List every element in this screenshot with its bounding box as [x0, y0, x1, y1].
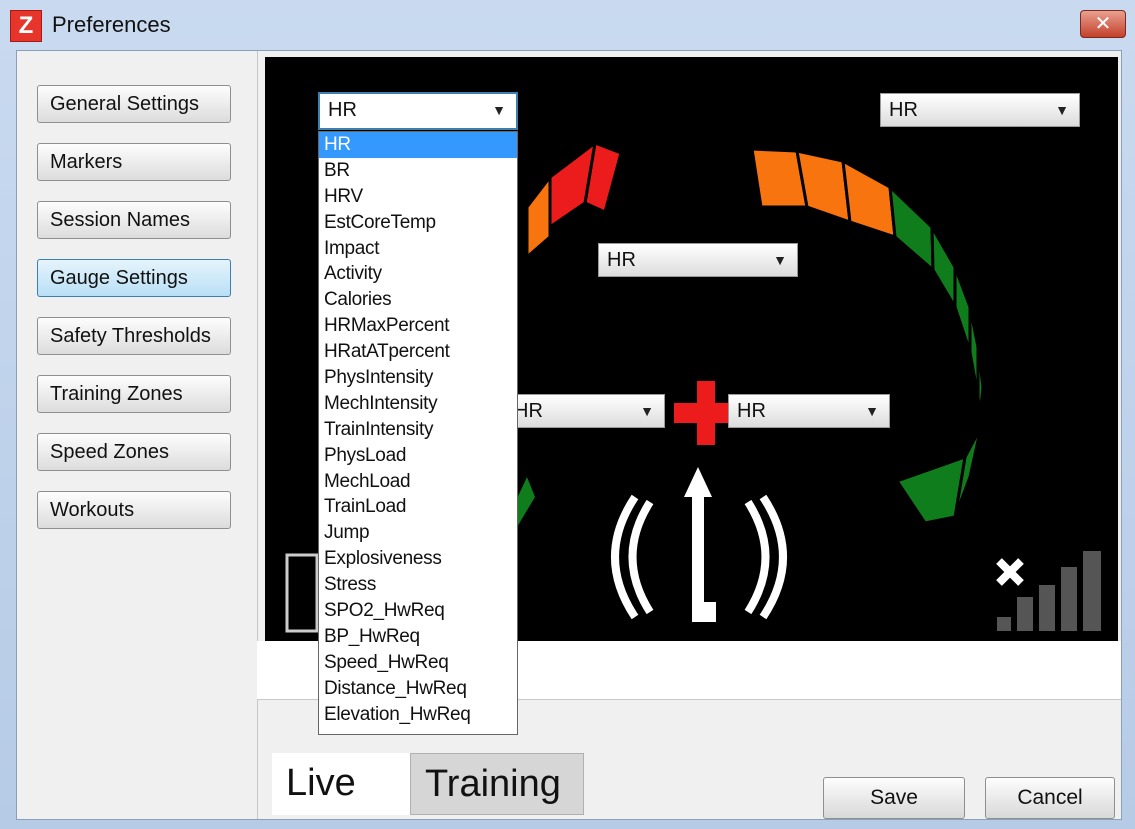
save-button[interactable]: Save [823, 777, 965, 819]
chevron-down-icon: ▼ [773, 252, 787, 268]
dropdown-option-distance-hwreq[interactable]: Distance_HwReq [319, 676, 517, 702]
dropdown-option-hratatpercent[interactable]: HRatATpercent [319, 339, 517, 365]
dropdown-option-spo2-hwreq[interactable]: SPO2_HwReq [319, 598, 517, 624]
dropdown-option-mechload[interactable]: MechLoad [319, 469, 517, 495]
client-area: General Settings Markers Session Names G… [16, 50, 1122, 820]
combo-center[interactable]: HR ▼ [598, 243, 798, 277]
combo-value: HR [889, 99, 918, 121]
dropdown-option-physload[interactable]: PhysLoad [319, 443, 517, 469]
battery-outline [285, 553, 319, 633]
dropdown-option-speed-hwreq[interactable]: Speed_HwReq [319, 650, 517, 676]
dropdown-option-hrv[interactable]: HRV [319, 184, 517, 210]
chevron-down-icon: ▼ [492, 102, 506, 118]
sidebar: General Settings Markers Session Names G… [17, 51, 258, 819]
dropdown-option-physintensity[interactable]: PhysIntensity [319, 365, 517, 391]
sidebar-item-safety-thresholds[interactable]: Safety Thresholds [37, 317, 231, 355]
gauge-arc-right [750, 147, 985, 525]
chevron-down-icon: ▼ [1055, 102, 1069, 118]
dropdown-option-impact[interactable]: Impact [319, 236, 517, 262]
combo-top-right[interactable]: HR ▼ [880, 93, 1080, 127]
combo-mid-right[interactable]: HR ▼ [728, 394, 890, 428]
sidebar-item-speed-zones[interactable]: Speed Zones [37, 433, 231, 471]
dropdown-option-hrmaxpercent[interactable]: HRMaxPercent [319, 313, 517, 339]
dropdown-option-stress[interactable]: Stress [319, 572, 517, 598]
signal-bars-icon [997, 551, 1101, 631]
close-icon[interactable]: ✕ [1080, 10, 1126, 38]
sidebar-item-workouts[interactable]: Workouts [37, 491, 231, 529]
sidebar-item-training-zones[interactable]: Training Zones [37, 375, 231, 413]
combo-value: HR [328, 99, 357, 121]
dropdown-option-mechintensity[interactable]: MechIntensity [319, 391, 517, 417]
dropdown-option-hr[interactable]: HR [319, 132, 517, 158]
app-icon: Z [10, 10, 42, 42]
combo-value: HR [607, 249, 636, 271]
combo-value: HR [737, 400, 766, 422]
x-icon [996, 558, 1024, 586]
dropdown-option-explosiveness[interactable]: Explosiveness [319, 546, 517, 572]
title-bar: Z Preferences ✕ [0, 0, 1135, 50]
combo-mid-left[interactable]: HR ▼ [505, 394, 665, 428]
dropdown-option-trainload[interactable]: TrainLoad [319, 494, 517, 520]
dropdown-option-calories[interactable]: Calories [319, 287, 517, 313]
metric-dropdown-list[interactable]: HR BR HRV EstCoreTemp Impact Activity Ca… [318, 131, 518, 735]
sidebar-item-session-names[interactable]: Session Names [37, 201, 231, 239]
tab-live[interactable]: Live [272, 753, 410, 815]
dropdown-option-br[interactable]: BR [319, 158, 517, 184]
dropdown-option-jump[interactable]: Jump [319, 520, 517, 546]
combo-top-left[interactable]: HR ▼ [318, 92, 518, 130]
tab-training[interactable]: Training [410, 753, 584, 815]
window-title: Preferences [52, 12, 171, 37]
preferences-window: Z Preferences ✕ General Settings Markers… [0, 0, 1135, 829]
sidebar-item-gauge-settings[interactable]: Gauge Settings [37, 259, 231, 297]
sidebar-item-general-settings[interactable]: General Settings [37, 85, 231, 123]
dropdown-option-bp-hwreq[interactable]: BP_HwReq [319, 624, 517, 650]
gauge-arc-left [513, 139, 623, 527]
cancel-button[interactable]: Cancel [985, 777, 1115, 819]
combo-value: HR [514, 400, 543, 422]
sidebar-item-markers[interactable]: Markers [37, 143, 231, 181]
dropdown-option-elevation-hwreq[interactable]: Elevation_HwReq [319, 702, 517, 728]
dropdown-option-estcoretemp[interactable]: EstCoreTemp [319, 210, 517, 236]
chevron-down-icon: ▼ [865, 403, 879, 419]
dropdown-option-trainintensity[interactable]: TrainIntensity [319, 417, 517, 443]
dropdown-option-activity[interactable]: Activity [319, 261, 517, 287]
chevron-down-icon: ▼ [640, 403, 654, 419]
vibration-arrow-icon [611, 467, 787, 622]
